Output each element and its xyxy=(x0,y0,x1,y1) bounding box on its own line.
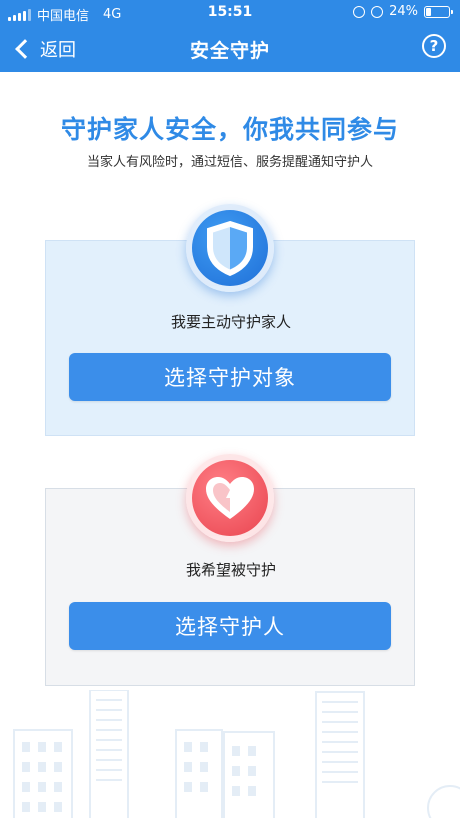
city-skyline-illustration xyxy=(13,690,460,818)
heart-icon-graphic xyxy=(206,477,254,519)
navigation-bar: 返回 安全守护 ? xyxy=(0,26,460,72)
alarm-icon xyxy=(371,5,384,18)
shield-icon-graphic xyxy=(207,220,253,277)
shield-icon xyxy=(186,204,274,292)
guard-family-label: 我要主动守护家人 xyxy=(170,313,291,331)
help-icon[interactable]: ? xyxy=(422,34,446,58)
hero-subtitle: 当家人有风险时，通过短信、服务提醒通知守护人 xyxy=(86,155,373,170)
page-title: 安全守护 xyxy=(189,40,270,62)
top-bar: 中国电信 4G 15:51 24% 返回 安全守护 ? xyxy=(0,0,460,72)
battery-fill xyxy=(426,7,431,16)
heart-icon xyxy=(186,454,274,542)
hero-title: 守护家人安全，你我共同参与 xyxy=(60,115,399,144)
battery-icon xyxy=(424,5,453,18)
rotation-lock-icon xyxy=(353,5,366,18)
battery-percent: 24% xyxy=(389,4,418,19)
select-guardian-button[interactable]: 选择守护人 xyxy=(69,602,391,650)
be-guarded-label: 我希望被守护 xyxy=(185,561,276,579)
select-guard-target-button[interactable]: 选择守护对象 xyxy=(69,353,391,401)
status-bar: 中国电信 4G 15:51 24% xyxy=(0,0,460,26)
